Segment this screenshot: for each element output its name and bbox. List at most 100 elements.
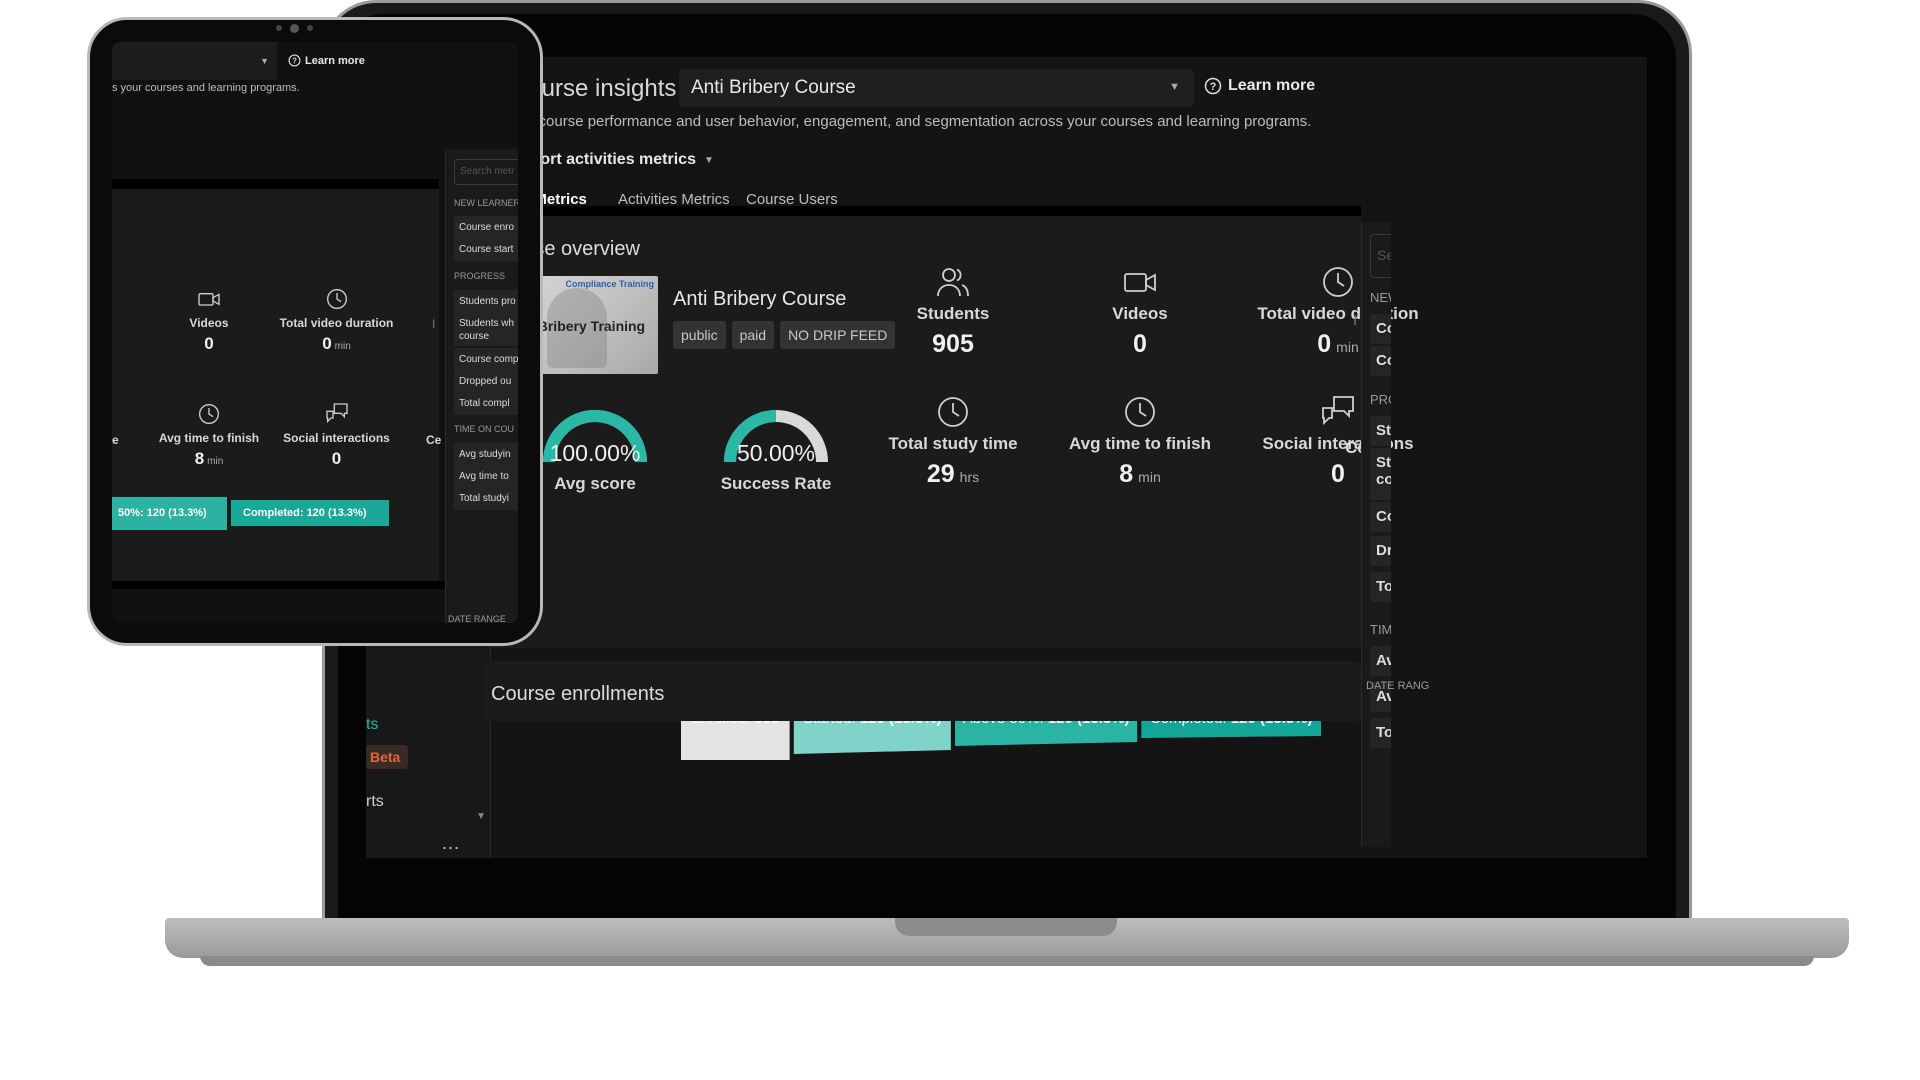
gauge-label: Success Rate bbox=[720, 474, 832, 493]
stat-value: 0 bbox=[1317, 330, 1332, 358]
stat-unit: min bbox=[207, 456, 224, 467]
metrics-search-input[interactable]: Search metr bbox=[454, 159, 518, 185]
stat-value: 0 bbox=[204, 334, 214, 353]
funnel-value: 120 (13.3%) bbox=[146, 507, 207, 519]
learn-more-label: Learn more bbox=[305, 54, 365, 67]
panel-item[interactable]: Co bbox=[1370, 314, 1391, 344]
clock-icon bbox=[269, 287, 404, 313]
sidebar-item-insights[interactable]: ts bbox=[366, 716, 378, 734]
tablet-subtitle: s your courses and learning programs. bbox=[112, 82, 300, 94]
course-enrollments-card: Course enrollments bbox=[483, 661, 1361, 721]
chevron-down-icon: ▼ bbox=[260, 56, 269, 66]
stat-value: 0 bbox=[1331, 460, 1345, 488]
svg-text:?: ? bbox=[292, 56, 297, 65]
panel-heading-progress: PRO bbox=[1370, 392, 1391, 407]
panel-item[interactable]: Course start bbox=[454, 238, 518, 261]
video-camera-icon bbox=[1055, 264, 1225, 300]
tablet-learn-more-link[interactable]: ? Learn more bbox=[288, 54, 365, 67]
stat-value: 8 bbox=[194, 449, 205, 468]
users-icon bbox=[868, 264, 1038, 300]
help-circle-icon: ? bbox=[288, 54, 301, 67]
tablet-stat-avg-time-to-finish: Avg time to finish 8 min bbox=[149, 402, 269, 469]
stat-label: Total video duration bbox=[1257, 304, 1419, 323]
main-content: Course insights / Anti Bribery Course ▼ … bbox=[483, 57, 1647, 858]
clock-icon bbox=[149, 402, 269, 428]
gauge-value: 100.00% bbox=[550, 440, 641, 466]
stat-label: Social interactions bbox=[1262, 434, 1414, 453]
panel-item[interactable]: Av bbox=[1370, 646, 1391, 676]
panel-item[interactable]: Stu bbox=[1370, 416, 1391, 446]
cutoff-stat-label: e bbox=[112, 433, 119, 447]
panel-item[interactable]: Co bbox=[1370, 346, 1391, 376]
funnel-value: 120 (13.3%) bbox=[306, 507, 367, 519]
date-range-label: DATE RANGE bbox=[448, 614, 506, 623]
stat-value: 8 bbox=[1119, 460, 1134, 488]
laptop-notch bbox=[895, 918, 1117, 936]
stat-videos: Videos 0 bbox=[1055, 264, 1225, 359]
video-camera-icon bbox=[149, 287, 269, 313]
funnel-label: Completed: bbox=[243, 507, 304, 519]
learn-more-label: Learn more bbox=[1228, 77, 1316, 94]
funnel-label: 50%: bbox=[118, 507, 144, 519]
tag-public: public bbox=[673, 321, 726, 349]
panel-item[interactable]: To bbox=[1370, 718, 1391, 748]
stat-students: Students 905 bbox=[868, 264, 1038, 359]
stat-unit: hrs bbox=[959, 469, 980, 485]
tablet-camera bbox=[276, 24, 313, 33]
learn-more-link[interactable]: ? Learn more bbox=[1204, 77, 1315, 95]
clock-icon bbox=[1243, 264, 1433, 300]
panel-item[interactable]: Course enro bbox=[454, 216, 518, 239]
panel-item[interactable]: Total compl bbox=[454, 392, 518, 415]
course-overview-card: Course overview Compliance Training Anti… bbox=[483, 216, 1419, 760]
course-tags: public paid NO DRIP FEED bbox=[673, 321, 896, 349]
stat-unit: min bbox=[1336, 339, 1359, 355]
stat-unit: min bbox=[334, 341, 351, 352]
tablet-metrics-panel: Search metr NEW LEARNER Course enro Cour… bbox=[445, 149, 518, 623]
scroll-down-arrow-icon[interactable]: ▼ bbox=[476, 811, 486, 822]
gauge-success-rate: 50.00% Success Rate bbox=[701, 396, 851, 494]
tablet-stat-videos: Videos 0 bbox=[149, 287, 269, 354]
panel-item[interactable]: Avg time to bbox=[454, 465, 518, 488]
more-options-icon[interactable]: ... bbox=[442, 833, 460, 854]
thumbnail-brand: Compliance Training bbox=[565, 279, 654, 289]
tablet-stat-social: Social interactions 0 bbox=[269, 402, 404, 469]
stat-social-interactions: Social interactions 0 bbox=[1243, 394, 1433, 489]
panel-item[interactable]: Co bbox=[1370, 502, 1391, 532]
panel-item[interactable]: Total studyi bbox=[454, 487, 518, 510]
stat-label: Avg time to finish bbox=[1069, 434, 1211, 453]
panel-item[interactable]: Avg studyin bbox=[454, 443, 518, 466]
svg-text:?: ? bbox=[1210, 81, 1217, 93]
metrics-search-input[interactable]: Se bbox=[1370, 234, 1391, 278]
course-select[interactable]: Anti Bribery Course ▼ bbox=[679, 69, 1194, 107]
course-enrollments-title: Course enrollments bbox=[491, 683, 665, 705]
panel-item[interactable]: Dropped ou bbox=[454, 370, 518, 393]
panel-item[interactable]: Students wh course bbox=[454, 312, 518, 346]
stat-label: Videos bbox=[1112, 304, 1168, 323]
gauge-value: 50.00% bbox=[737, 440, 815, 466]
page-subtitle: nalyze course performance and user behav… bbox=[491, 113, 1312, 130]
page-header: Course insights / Anti Bribery Course ▼ … bbox=[489, 69, 1647, 109]
date-range-label: DATE RANG bbox=[1366, 680, 1430, 692]
clock-icon bbox=[1055, 394, 1225, 430]
stat-label: Social interactions bbox=[283, 431, 390, 445]
panel-item[interactable]: Stu co bbox=[1370, 448, 1391, 500]
panel-item[interactable]: Dr bbox=[1370, 536, 1391, 566]
panel-item[interactable]: Students pro bbox=[454, 290, 518, 313]
stat-label: Students bbox=[916, 304, 990, 323]
laptop-base-foot bbox=[200, 956, 1814, 966]
cutoff-stat-label: I bbox=[1353, 312, 1358, 329]
stat-avg-time-to-finish: Avg time to finish 8 min bbox=[1055, 394, 1225, 489]
panel-item[interactable]: Course comp bbox=[454, 348, 518, 371]
stat-label: Total study time bbox=[888, 434, 1018, 453]
panel-item[interactable]: To bbox=[1370, 572, 1391, 602]
tablet-course-select[interactable]: ▼ bbox=[112, 42, 277, 80]
tag-paid: paid bbox=[731, 321, 775, 349]
beta-badge: Beta bbox=[366, 745, 409, 769]
sidebar-item-reports[interactable]: rts bbox=[366, 793, 384, 811]
panel-heading-new: NEW bbox=[1370, 290, 1391, 305]
stat-label: Avg time to finish bbox=[158, 431, 260, 445]
stat-value: 29 bbox=[926, 460, 955, 488]
panel-heading-time: TIM bbox=[1370, 622, 1391, 637]
tablet-funnel-completed: Completed: 120 (13.3%) bbox=[231, 500, 389, 526]
divider bbox=[112, 179, 439, 189]
